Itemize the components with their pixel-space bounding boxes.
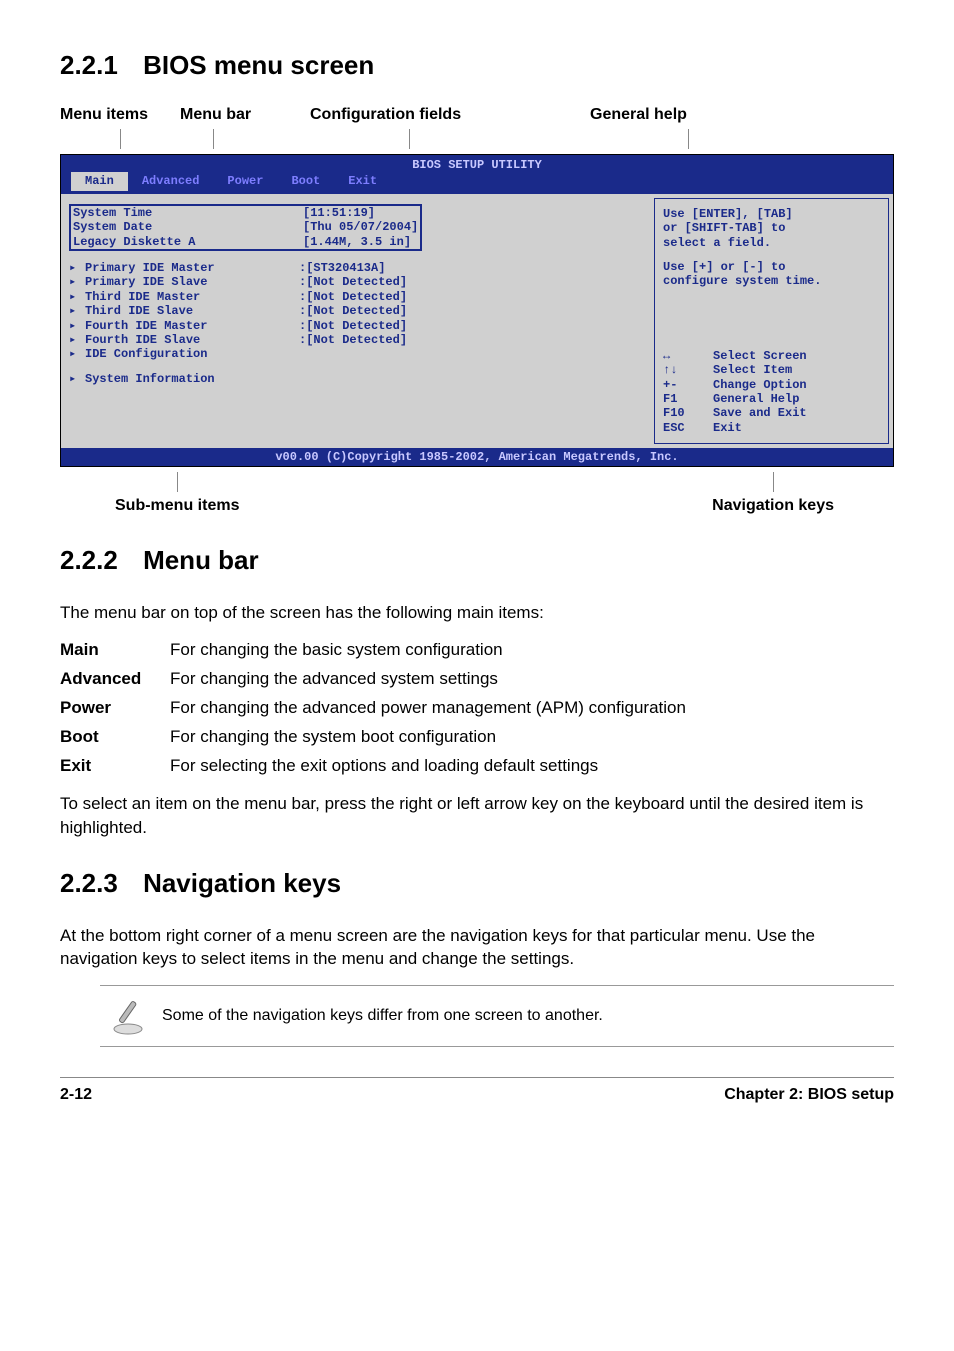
label-sub-menu: Sub-menu items <box>115 472 239 515</box>
help-line-1: Use [ENTER], [TAB] <box>663 207 880 221</box>
val-th-slave: :[Not Detected] <box>299 304 646 318</box>
heading-221-num: 2.2.1 <box>60 50 118 80</box>
page-footer: 2-12 Chapter 2: BIOS setup <box>60 1077 894 1104</box>
bios-diagram: Menu items Menu bar Configuration fields… <box>60 106 894 515</box>
label-config-fields: Configuration fields <box>310 106 530 149</box>
bios-right-panel: Use [ENTER], [TAB] or [SHIFT-TAB] to sel… <box>654 198 889 444</box>
help-line-4: Use [+] or [-] to <box>663 260 880 274</box>
val-legacy: [1.44M, 3.5 in] <box>303 235 418 249</box>
row-system-date[interactable]: System Date [Thu 05/07/2004] <box>73 220 418 234</box>
caret-icon: ▸ <box>69 319 85 333</box>
row-ide-config[interactable]: ▸IDE Configuration <box>69 347 646 361</box>
label-menu-items: Menu items <box>60 106 180 149</box>
help-line-2: or [SHIFT-TAB] to <box>663 221 880 235</box>
heading-221: 2.2.1 BIOS menu screen <box>60 50 894 81</box>
menubar-definition-list: Main For changing the basic system confi… <box>60 639 894 778</box>
row-fourth-ide-slave[interactable]: ▸Fourth IDE Slave :[Not Detected] <box>69 333 646 347</box>
caret-icon: ▸ <box>69 333 85 347</box>
tab-power[interactable]: Power <box>213 172 277 190</box>
def-power: Power For changing the advanced power ma… <box>60 697 894 720</box>
bios-titlebar: BIOS SETUP UTILITY Main Advanced Power B… <box>61 155 893 194</box>
top-labels: Menu items Menu bar Configuration fields… <box>60 106 894 149</box>
footer-chapter: Chapter 2: BIOS setup <box>724 1086 894 1104</box>
val-fo-master: :[Not Detected] <box>299 319 646 333</box>
bios-left-panel: System Time [11:51:19] System Date [Thu … <box>61 194 654 448</box>
caret-icon: ▸ <box>69 261 85 275</box>
tab-advanced[interactable]: Advanced <box>128 172 214 190</box>
row-system-info[interactable]: ▸System Information <box>69 372 646 386</box>
caret-icon: ▸ <box>69 372 85 386</box>
row-primary-ide-slave[interactable]: ▸Primary IDE Slave :[Not Detected] <box>69 275 646 289</box>
bios-nav-keys: ↔Select Screen ↑↓Select Item +-Change Op… <box>663 349 880 435</box>
nav-save-exit: F10Save and Exit <box>663 406 880 420</box>
heading-222-title: Menu bar <box>143 545 259 575</box>
bios-body: System Time [11:51:19] System Date [Thu … <box>61 194 893 448</box>
def-exit: Exit For selecting the exit options and … <box>60 755 894 778</box>
val-pri-master: :[ST320413A] <box>299 261 646 275</box>
row-fourth-ide-master[interactable]: ▸Fourth IDE Master :[Not Detected] <box>69 319 646 333</box>
val-th-master: :[Not Detected] <box>299 290 646 304</box>
row-legacy-diskette[interactable]: Legacy Diskette A [1.44M, 3.5 in] <box>73 235 418 249</box>
nav-change-option: +-Change Option <box>663 378 880 392</box>
val-system-date: [Thu 05/07/2004] <box>303 220 418 234</box>
label-nav-keys: Navigation keys <box>712 472 834 515</box>
label-general-help: General help <box>590 106 740 149</box>
row-system-time[interactable]: System Time [11:51:19] <box>73 206 418 220</box>
def-boot: Boot For changing the system boot config… <box>60 726 894 749</box>
tab-boot[interactable]: Boot <box>277 172 334 190</box>
help-line-3: select a field. <box>663 236 880 250</box>
tab-main[interactable]: Main <box>71 172 128 190</box>
nav-exit: ESCExit <box>663 421 880 435</box>
nav-select-screen: ↔Select Screen <box>663 349 880 363</box>
row-third-ide-master[interactable]: ▸Third IDE Master :[Not Detected] <box>69 290 646 304</box>
menubar-intro: The menu bar on top of the screen has th… <box>60 601 894 625</box>
heading-221-title: BIOS menu screen <box>143 50 374 80</box>
caret-icon: ▸ <box>69 290 85 304</box>
bios-window: BIOS SETUP UTILITY Main Advanced Power B… <box>60 154 894 467</box>
val-fo-slave: :[Not Detected] <box>299 333 646 347</box>
caret-icon: ▸ <box>69 275 85 289</box>
bios-title: BIOS SETUP UTILITY <box>61 158 893 172</box>
menubar-select: To select an item on the menu bar, press… <box>60 792 894 840</box>
bios-footer: v00.00 (C)Copyright 1985-2002, American … <box>61 448 893 466</box>
help-line-5: configure system time. <box>663 274 880 288</box>
key-system-date: System Date <box>73 220 303 234</box>
bios-help-text: Use [ENTER], [TAB] or [SHIFT-TAB] to sel… <box>663 207 880 289</box>
navkeys-body: At the bottom right corner of a menu scr… <box>60 924 894 972</box>
def-main: Main For changing the basic system confi… <box>60 639 894 662</box>
row-third-ide-slave[interactable]: ▸Third IDE Slave :[Not Detected] <box>69 304 646 318</box>
key-system-time: System Time <box>73 206 303 220</box>
nav-general-help: F1General Help <box>663 392 880 406</box>
row-primary-ide-master[interactable]: ▸Primary IDE Master :[ST320413A] <box>69 261 646 275</box>
key-legacy: Legacy Diskette A <box>73 235 303 249</box>
heading-223-title: Navigation keys <box>143 868 341 898</box>
heading-223: 2.2.3 Navigation keys <box>60 868 894 899</box>
heading-223-num: 2.2.3 <box>60 868 118 898</box>
heading-222: 2.2.2 Menu bar <box>60 545 894 576</box>
footer-page: 2-12 <box>60 1086 92 1104</box>
heading-222-num: 2.2.2 <box>60 545 118 575</box>
tab-exit[interactable]: Exit <box>334 172 391 190</box>
pencil-note-icon <box>108 996 148 1036</box>
note-box: Some of the navigation keys differ from … <box>100 985 894 1047</box>
note-text: Some of the navigation keys differ from … <box>162 1007 603 1025</box>
val-system-time: [11:51:19] <box>303 206 418 220</box>
bios-top-group: System Time [11:51:19] System Date [Thu … <box>69 204 422 251</box>
caret-icon: ▸ <box>69 304 85 318</box>
bios-tabs: Main Advanced Power Boot Exit <box>61 172 893 190</box>
nav-select-item: ↑↓Select Item <box>663 363 880 377</box>
bottom-labels: Sub-menu items Navigation keys <box>60 472 894 515</box>
val-pri-slave: :[Not Detected] <box>299 275 646 289</box>
def-advanced: Advanced For changing the advanced syste… <box>60 668 894 691</box>
caret-icon: ▸ <box>69 347 85 361</box>
label-menu-bar: Menu bar <box>180 106 290 149</box>
